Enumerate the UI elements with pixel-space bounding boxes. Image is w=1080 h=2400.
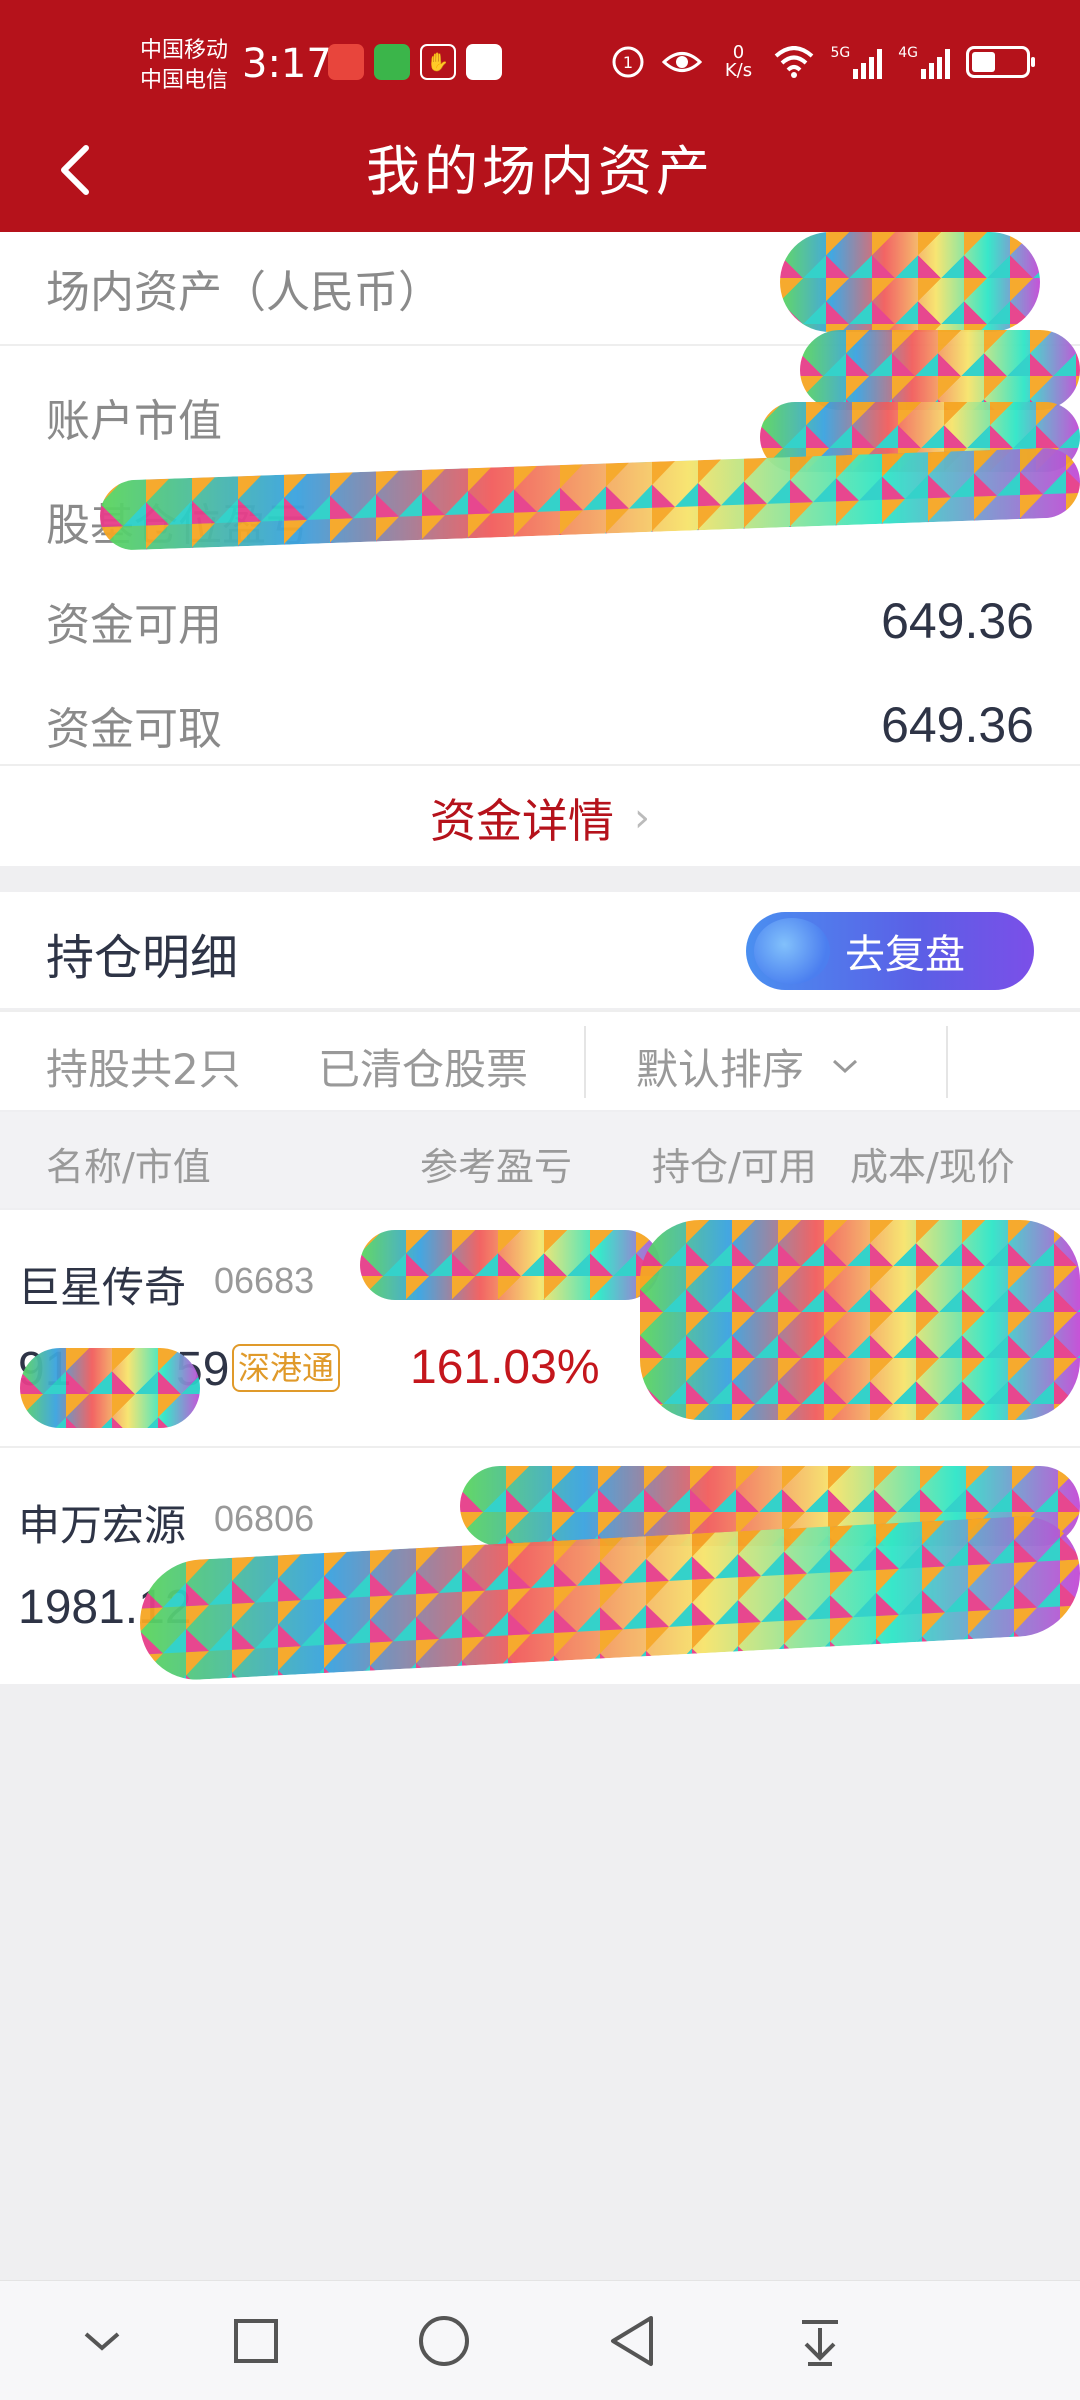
divider (0, 764, 1080, 766)
chevron-down-icon (833, 1059, 858, 1073)
eye-icon (662, 52, 703, 72)
carrier-info: 中国移动 中国电信 (140, 36, 228, 96)
sort-label: 默认排序 (636, 1045, 805, 1094)
market-value-label: 账户市值 (46, 396, 222, 447)
carrier-2: 中国电信 (140, 68, 229, 93)
col-position: 持仓/可用 (652, 1145, 817, 1189)
signal-4g-icon: 4G (898, 45, 950, 79)
connect-badge: 深港通 (232, 1344, 341, 1392)
back-triangle-icon[interactable] (602, 2311, 662, 2371)
wifi-app-icon (374, 44, 410, 80)
top-bar: 中国移动 中国电信 3:17 ✋ 1 0 K/s 5G 4G 我的场内资产 (0, 0, 1080, 232)
battery-icon (966, 46, 1035, 78)
huawei-app-icon (328, 44, 364, 80)
redaction-scribble (20, 1348, 200, 1428)
signal-1-label: 5G (830, 45, 851, 61)
status-bar: 中国移动 中国电信 3:17 ✋ 1 0 K/s 5G 4G (0, 0, 1080, 130)
hand-icon: ✋ (420, 44, 456, 80)
holdings-tabs: 持股共2只 已清仓股票 默认排序 (0, 1010, 1080, 1110)
tab-cleared-stocks[interactable]: 已清仓股票 (318, 1036, 528, 1097)
holdings-title: 持仓明细 (46, 930, 239, 986)
column-header: 名称/市值 参考盈亏 持仓/可用 成本/现价 (0, 1112, 1080, 1208)
system-icons: 1 0 K/s 5G 4G (610, 44, 1035, 80)
available-label: 资金可用 (46, 600, 222, 651)
stock-code: 06806 (214, 1498, 315, 1539)
data-saver-icon: 1 (612, 46, 644, 78)
divider (946, 1026, 948, 1098)
recents-square-icon[interactable] (226, 2311, 286, 2371)
col-name: 名称/市值 (46, 1145, 211, 1189)
battery-level (972, 52, 996, 72)
table-row[interactable]: 申万宏源 06806 1981.12 (0, 1448, 1080, 1684)
col-cost: 成本/现价 (850, 1145, 1015, 1189)
table-row[interactable]: 巨星传奇 06683 91 59 深港通 161.03% (0, 1210, 1080, 1446)
net-speed: 0 K/s (718, 44, 758, 80)
pnl-percent: 161.03% (410, 1341, 600, 1394)
svg-text:1: 1 (623, 53, 633, 72)
page-title: 我的场内资产 (366, 140, 714, 203)
carrier-1: 中国移动 (140, 38, 229, 63)
redaction-scribble (640, 1220, 1080, 1420)
withdrawable-row: 资金可取 649.36 (0, 680, 1080, 770)
wifi-icon (775, 46, 814, 78)
total-assets-label: 场内资产（人民币） (46, 267, 442, 318)
home-circle-icon[interactable] (414, 2311, 474, 2371)
system-nav-bar (0, 2280, 1080, 2400)
home-app-icon (466, 44, 502, 80)
withdrawable-label: 资金可取 (46, 704, 222, 755)
redaction-scribble (800, 330, 1080, 410)
available-row: 资金可用 649.36 (0, 576, 1080, 666)
notification-icons: ✋ (328, 44, 502, 80)
divider (584, 1026, 586, 1098)
stock-name: 申万宏源 (18, 1501, 187, 1550)
net-speed-unit: K/s (724, 60, 753, 81)
sort-dropdown[interactable]: 默认排序 (636, 1036, 860, 1097)
review-button[interactable]: 去复盘 (746, 912, 1034, 990)
withdrawable-value: 649.36 (881, 697, 1034, 753)
clock: 3:17 (242, 41, 332, 87)
available-value: 649.36 (881, 593, 1034, 649)
signal-2-label: 4G (898, 45, 918, 61)
signal-5g-icon: 5G (830, 45, 883, 79)
col-pnl: 参考盈亏 (420, 1145, 573, 1189)
review-button-label: 去复盘 (845, 932, 965, 978)
redaction-scribble (360, 1230, 660, 1300)
tab-holding-count[interactable]: 持股共2只 (46, 1036, 241, 1097)
notification-pulldown-icon[interactable] (790, 2311, 850, 2371)
review-glow (754, 918, 830, 984)
fund-details-link[interactable]: 资金详情 › (0, 770, 1080, 866)
holdings-header: 持仓明细 去复盘 (0, 892, 1080, 1008)
assets-panel: 场内资产（人民币） 账户市值 股基仓位盈亏 资金可用 649.36 资金可取 6… (0, 232, 1080, 866)
chevron-right-icon: › (634, 795, 650, 841)
stock-code: 06683 (214, 1260, 315, 1301)
stock-name: 巨星传奇 (18, 1263, 187, 1312)
redaction-scribble (780, 232, 1040, 332)
fund-details-label: 资金详情 (430, 794, 614, 848)
collapse-chevron-icon[interactable] (72, 2311, 132, 2371)
